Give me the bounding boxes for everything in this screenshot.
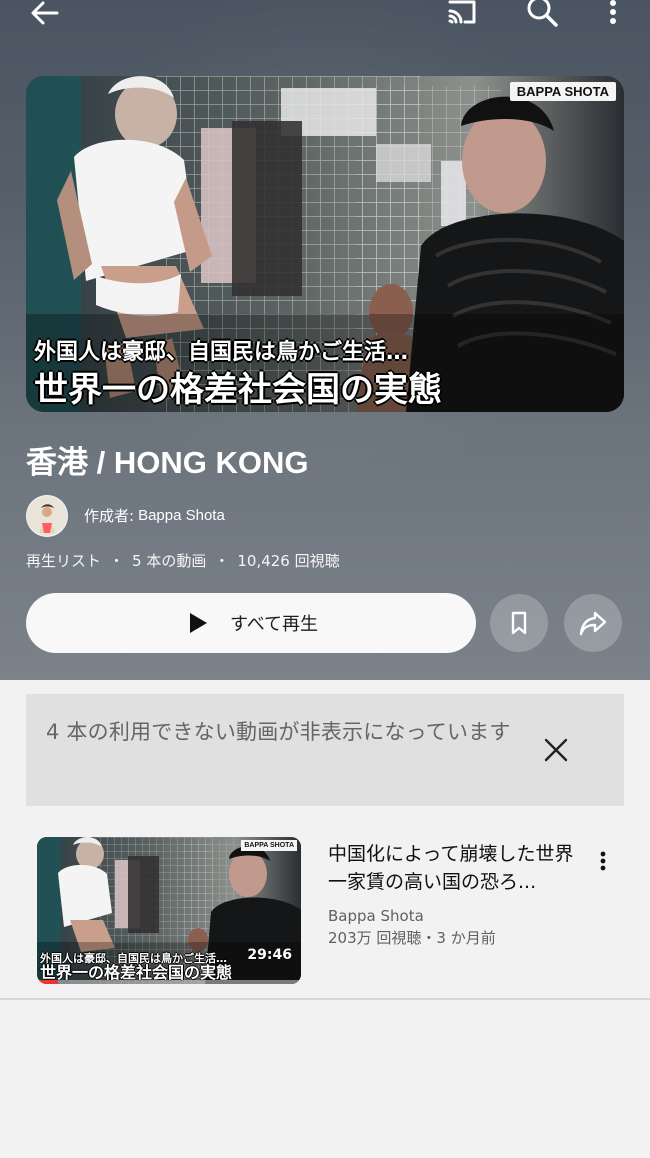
video-info[interactable]: 中国化によって崩壊した世界一家賃の高い国の恐ろ... Bappa Shota 2… [328, 840, 578, 950]
creator-name-link[interactable]: Bappa Shota [138, 506, 225, 526]
close-icon [544, 738, 568, 762]
meta-separator: ・ [109, 552, 125, 570]
playlist-thumbnail[interactable]: BAPPA SHOTA 外国人は豪邸、自国民は鳥かご生活… 世界一の格差社会国の… [26, 76, 624, 412]
playlist-views: 10,426 回視聴 [237, 552, 340, 570]
creator-row[interactable]: 作成者: Bappa Shota [26, 494, 225, 538]
creator-avatar[interactable] [26, 495, 68, 537]
playlist-page: BAPPA SHOTA 外国人は豪邸、自国民は鳥かご生活… 世界一の格差社会国の… [0, 0, 650, 1158]
watch-progress-bar [37, 980, 301, 984]
play-all-button[interactable]: すべて再生 [26, 593, 476, 653]
video-title[interactable]: 中国化によって崩壊した世界一家賃の高い国の恐ろ... [328, 840, 578, 896]
share-icon [579, 611, 607, 636]
video-thumbnail-caption-line-2: 世界一の格差社会国の実態 [40, 963, 233, 982]
more-vertical-icon [600, 851, 606, 871]
video-thumbnail-brand-label: BAPPA SHOTA [241, 840, 297, 851]
hidden-videos-notice: 4 本の利用できない動画が非表示になっています [26, 694, 624, 806]
meta-separator: ・ [214, 552, 230, 570]
cast-icon [448, 0, 476, 24]
video-count: 5 本の動画 [132, 552, 207, 570]
playlist-type: 再生リスト [26, 552, 102, 570]
dismiss-notice-button[interactable] [536, 730, 576, 770]
video-more-button[interactable] [585, 843, 621, 879]
more-options-button[interactable] [592, 0, 634, 32]
play-all-label: すべて再生 [229, 614, 319, 635]
thumbnail-caption-line-1: 外国人は豪邸、自国民は鳥かご生活… [34, 340, 409, 365]
video-thumbnail[interactable]: BAPPA SHOTA 外国人は豪邸、自国民は鳥かご生活… 世界一の格差社会国の… [37, 837, 301, 984]
list-divider [0, 998, 650, 1000]
save-playlist-button[interactable] [490, 594, 548, 652]
hidden-videos-message: 4 本の利用できない動画が非表示になっています [46, 720, 511, 744]
thumbnail-brand-label: BAPPA SHOTA [509, 82, 616, 101]
video-duration: 29:46 [247, 947, 292, 963]
back-button[interactable] [24, 0, 66, 34]
search-icon [527, 0, 558, 27]
thumbnail-caption-line-2: 世界一の格差社会国の実態 [34, 370, 442, 410]
top-app-bar [0, 0, 650, 48]
share-playlist-button[interactable] [564, 594, 622, 652]
video-stats: 203万 回視聴・3 か月前 [328, 929, 496, 947]
watch-progress-fill [37, 980, 59, 984]
arrow-left-icon [31, 1, 59, 25]
more-vertical-icon [610, 0, 616, 24]
playlist-title: 香港 / HONG KONG [26, 445, 309, 480]
playlist-metadata: 再生リスト・ 5 本の動画・ 10,426 回視聴 [26, 550, 340, 572]
avatar-image [27, 496, 67, 536]
video-list-item[interactable]: BAPPA SHOTA 外国人は豪邸、自国民は鳥かご生活… 世界一の格差社会国の… [0, 826, 650, 998]
bookmark-icon [511, 611, 527, 635]
playlist-header: BAPPA SHOTA 外国人は豪邸、自国民は鳥かご生活… 世界一の格差社会国の… [0, 0, 650, 680]
video-channel-name[interactable]: Bappa Shota [328, 906, 578, 926]
creator-label: 作成者: [84, 507, 135, 525]
cast-button[interactable] [441, 0, 483, 32]
search-button[interactable] [521, 0, 563, 32]
play-icon [189, 613, 207, 633]
